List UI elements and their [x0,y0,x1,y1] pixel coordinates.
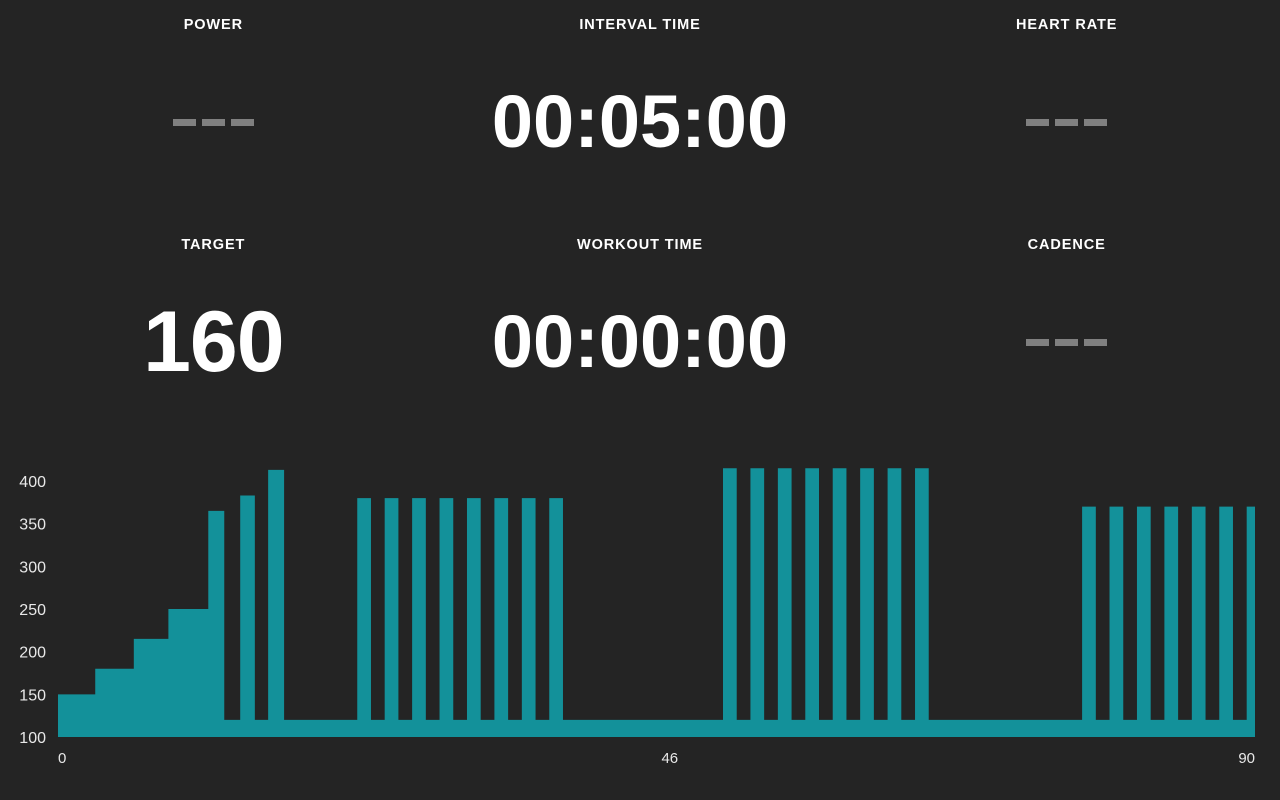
workout-display-screen: POWER INTERVAL TIME 00:05:00 HEART RATE … [0,0,1280,800]
dash-glyph [201,118,225,126]
chart-y-tick-label: 150 [19,687,46,704]
metric-power-label: POWER [183,17,243,33]
dash-glyph [1084,338,1108,346]
metric-cadence-placeholder-dashes [1026,338,1108,346]
metric-interval-time-value: 00:05:00 [491,80,789,163]
workout-profile-area [58,468,1255,737]
metric-target-value-wrap: 160 [0,282,427,402]
metric-heart-rate-value-wrap [853,62,1280,182]
chart-x-tick-label: 0 [58,750,66,767]
chart-x-tick-label: 90 [1238,750,1255,767]
chart-y-tick-label: 400 [19,474,46,491]
dash-glyph [1055,338,1079,346]
metric-interval-time-value-wrap: 00:05:00 [427,62,854,182]
dash-glyph [1026,338,1050,346]
chart-y-tick-label: 250 [19,602,46,619]
metrics-row-bottom: TARGET 160 WORKOUT TIME 00:00:00 CADENCE [0,220,1280,440]
chart-y-tick-label: 100 [19,730,46,747]
chart-y-tick-label: 300 [19,559,46,576]
chart-plot-area [58,468,1255,737]
metric-interval-time-label: INTERVAL TIME [579,17,701,33]
metric-target: TARGET 160 [0,220,427,440]
dash-glyph [230,118,254,126]
metric-workout-time: WORKOUT TIME 00:00:00 [427,220,854,440]
metric-cadence: CADENCE [853,220,1280,440]
dash-glyph [1055,118,1079,126]
metric-heart-rate: HEART RATE [853,0,1280,220]
metric-workout-time-value: 00:00:00 [491,300,789,383]
metric-power-placeholder-dashes [172,118,254,126]
workout-profile-chart: 400 350 300 250 200 150 100 0 46 90 [0,440,1280,800]
metric-cadence-label: CADENCE [1027,237,1106,253]
metric-power-value-wrap [0,62,427,182]
dash-glyph [1026,118,1050,126]
dash-glyph [172,118,196,126]
chart-y-axis: 400 350 300 250 200 150 100 [19,474,46,747]
metric-heart-rate-label: HEART RATE [1015,17,1118,33]
metric-workout-time-value-wrap: 00:00:00 [427,282,854,402]
chart-x-tick-label: 46 [661,750,678,767]
metric-cadence-value-wrap [853,282,1280,402]
metric-target-label: TARGET [181,237,246,253]
metric-interval-time: INTERVAL TIME 00:05:00 [427,0,854,220]
chart-y-tick-label: 200 [19,645,46,662]
chart-y-tick-label: 350 [19,517,46,534]
chart-x-axis: 0 46 90 [58,750,1255,767]
metric-power: POWER [0,0,427,220]
metric-target-value: 160 [143,294,284,390]
metrics-panel: POWER INTERVAL TIME 00:05:00 HEART RATE … [0,0,1280,440]
metrics-row-top: POWER INTERVAL TIME 00:05:00 HEART RATE [0,0,1280,220]
dash-glyph [1084,118,1108,126]
metric-workout-time-label: WORKOUT TIME [577,237,703,253]
metric-heart-rate-placeholder-dashes [1026,118,1108,126]
workout-profile-svg: 400 350 300 250 200 150 100 0 46 90 [19,468,1255,767]
